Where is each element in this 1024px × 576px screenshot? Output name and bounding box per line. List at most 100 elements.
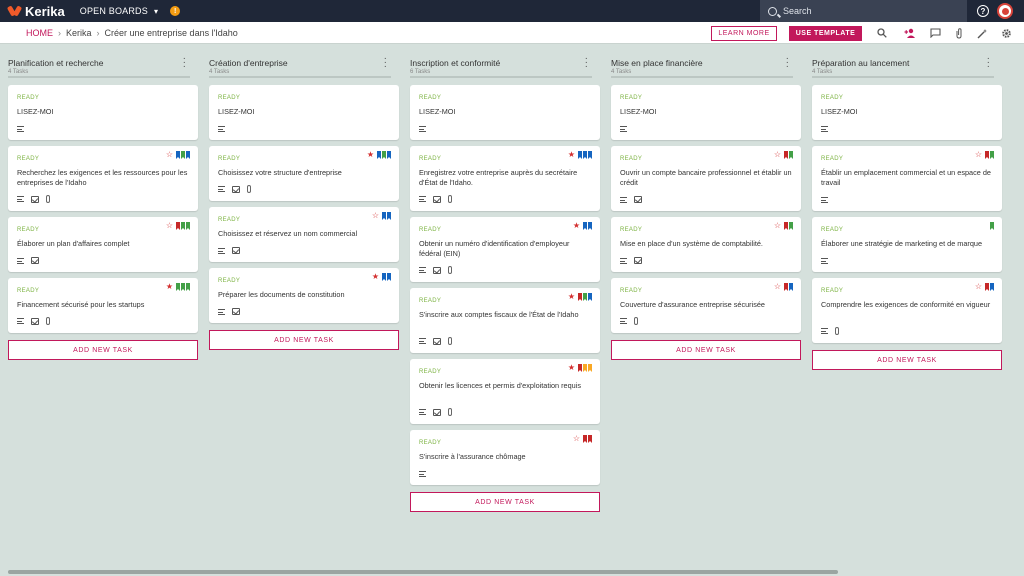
- task-card[interactable]: READY Recherchez les exigences et les res…: [8, 146, 198, 211]
- more-vertical-icon[interactable]: · · ·: [384, 54, 387, 72]
- task-title: LISEZ-MOI: [821, 107, 858, 116]
- star-outline-icon[interactable]: ☆: [774, 283, 781, 291]
- more-vertical-icon[interactable]: · · ·: [786, 54, 789, 72]
- tag-flag-icon: [186, 222, 190, 230]
- task-status: READY: [419, 227, 442, 233]
- task-card[interactable]: READY Établir un emplacement commercial e…: [812, 146, 1002, 211]
- column-title: Mise en place financière: [611, 58, 703, 68]
- star-outline-icon[interactable]: ☆: [372, 212, 379, 220]
- star-outline-icon[interactable]: ☆: [774, 151, 781, 159]
- task-icons: [821, 197, 828, 203]
- add-new-task-button[interactable]: ADD NEW TASK: [410, 492, 600, 512]
- task-card[interactable]: READY LISEZ-MOI: [410, 85, 600, 140]
- add-new-task-button[interactable]: ADD NEW TASK: [611, 340, 801, 360]
- task-card[interactable]: READY S'inscrire aux comptes fiscaux de l…: [410, 288, 600, 353]
- task-card[interactable]: READY LISEZ-MOI: [8, 85, 198, 140]
- task-title: LISEZ-MOI: [620, 107, 657, 116]
- task-card[interactable]: READY Choisissez et réservez un nom comme…: [209, 207, 399, 262]
- attachment-icon: [835, 327, 839, 335]
- column-header: Création d'entreprise 4 Tasks · · ·: [209, 52, 391, 78]
- task-card[interactable]: READY Élaborer une stratégie de marketing…: [812, 217, 1002, 272]
- add-new-task-button[interactable]: ADD NEW TASK: [209, 330, 399, 350]
- description-icon: [218, 247, 225, 254]
- kerika-logo-icon: [8, 4, 22, 18]
- kerika-logo[interactable]: Kerika: [8, 4, 65, 19]
- star-filled-icon[interactable]: ★: [573, 222, 580, 230]
- column-task-count: 4 Tasks: [209, 69, 230, 75]
- task-card[interactable]: READY Enregistrez votre entreprise auprès…: [410, 146, 600, 211]
- chevron-right-icon: ›: [96, 27, 100, 38]
- attachment-icon: [448, 266, 452, 274]
- column-header: Préparation au lancement 4 Tasks · · ·: [812, 52, 994, 78]
- attachment-icon[interactable]: [953, 27, 965, 39]
- more-vertical-icon[interactable]: · · ·: [585, 54, 588, 72]
- description-icon: [821, 126, 828, 132]
- add-user-icon[interactable]: [904, 27, 916, 39]
- checklist-icon: [433, 266, 441, 274]
- task-card[interactable]: READY Obtenir les licences et permis d'ex…: [410, 359, 600, 424]
- add-new-task-button[interactable]: ADD NEW TASK: [812, 350, 1002, 370]
- search-icon[interactable]: [876, 27, 888, 39]
- task-card[interactable]: READY Ouvrir un compte bancaire professio…: [611, 146, 801, 211]
- task-card[interactable]: READY LISEZ-MOI: [209, 85, 399, 140]
- gear-icon[interactable]: [1000, 27, 1012, 39]
- task-card[interactable]: READY Mise en place d'un système de compt…: [611, 217, 801, 272]
- column-task-count: 4 Tasks: [611, 69, 632, 75]
- star-outline-icon[interactable]: ☆: [975, 151, 982, 159]
- description-icon: [419, 196, 426, 202]
- checklist-icon: [232, 308, 240, 315]
- task-card[interactable]: READY Obtenir un numéro d'identification …: [410, 217, 600, 282]
- star-filled-icon[interactable]: ★: [568, 293, 575, 301]
- star-filled-icon[interactable]: ★: [568, 151, 575, 159]
- board-header-bar: HOME › Kerika › Créer une entreprise dan…: [0, 22, 1024, 44]
- task-card[interactable]: READY LISEZ-MOI: [611, 85, 801, 140]
- open-boards-menu[interactable]: OPEN BOARDS ▾: [80, 6, 158, 16]
- checklist-icon: [433, 195, 441, 203]
- star-filled-icon[interactable]: ★: [372, 273, 379, 281]
- task-title: Financement sécurisé pour les startups: [17, 300, 145, 309]
- board-column: Planification et recherche 4 Tasks · · · READ…: [0, 52, 198, 360]
- task-title: Obtenir les licences et permis d'exploit…: [419, 381, 582, 390]
- task-card[interactable]: READY Comprendre les exigences de conform…: [812, 278, 1002, 343]
- task-card[interactable]: READY Financement sécurisé pour les start…: [8, 278, 198, 333]
- task-icons: [17, 257, 39, 264]
- help-icon[interactable]: ?: [977, 5, 989, 17]
- star-outline-icon[interactable]: ☆: [975, 283, 982, 291]
- star-outline-icon[interactable]: ☆: [166, 151, 173, 159]
- add-new-task-button[interactable]: ADD NEW TASK: [8, 340, 198, 360]
- breadcrumb-home[interactable]: HOME: [26, 28, 53, 38]
- task-icons: [218, 308, 240, 315]
- tag-flag-icon: [985, 283, 989, 291]
- star-outline-icon[interactable]: ☆: [166, 222, 173, 230]
- star-filled-icon[interactable]: ★: [166, 283, 173, 291]
- star-outline-icon[interactable]: ☆: [774, 222, 781, 230]
- task-tags: ★: [372, 273, 391, 281]
- task-card[interactable]: READY Couverture d'assurance entreprise s…: [611, 278, 801, 333]
- more-vertical-icon[interactable]: · · ·: [987, 54, 990, 72]
- task-card[interactable]: READY Préparer les documents de constitut…: [209, 268, 399, 323]
- avatar[interactable]: [997, 3, 1013, 19]
- breadcrumb: HOME › Kerika › Créer une entreprise dan…: [26, 28, 238, 38]
- board-column: Préparation au lancement 4 Tasks · · · READY L…: [804, 52, 1002, 370]
- task-title: S'inscrire aux comptes fiscaux de l'État…: [419, 310, 579, 319]
- task-card[interactable]: READY Élaborer un plan d'affaires complet…: [8, 217, 198, 272]
- search-bar[interactable]: Search: [760, 0, 967, 22]
- notification-badge-icon[interactable]: !: [170, 6, 181, 16]
- use-template-button[interactable]: USE TEMPLATE: [789, 26, 862, 41]
- star-outline-icon[interactable]: ☆: [573, 435, 580, 443]
- more-vertical-icon[interactable]: · · ·: [183, 54, 186, 72]
- task-card[interactable]: READY LISEZ-MOI: [812, 85, 1002, 140]
- tag-flag-icon: [578, 293, 582, 301]
- task-card[interactable]: READY Choisissez votre structure d'entrep…: [209, 146, 399, 201]
- column-title: Inscription et conformité: [410, 58, 501, 68]
- breadcrumb-team[interactable]: Kerika: [66, 28, 92, 38]
- description-icon: [620, 196, 627, 203]
- horizontal-scrollbar[interactable]: [8, 570, 838, 574]
- task-card[interactable]: READY S'inscrire à l'assurance chômage ☆: [410, 430, 600, 485]
- learn-more-button[interactable]: LEARN MORE: [711, 26, 777, 41]
- checklist-icon: [433, 408, 441, 416]
- star-filled-icon[interactable]: ★: [367, 151, 374, 159]
- chat-icon[interactable]: [929, 27, 941, 39]
- settings-wand-icon[interactable]: [976, 27, 988, 39]
- star-filled-icon[interactable]: ★: [568, 364, 575, 372]
